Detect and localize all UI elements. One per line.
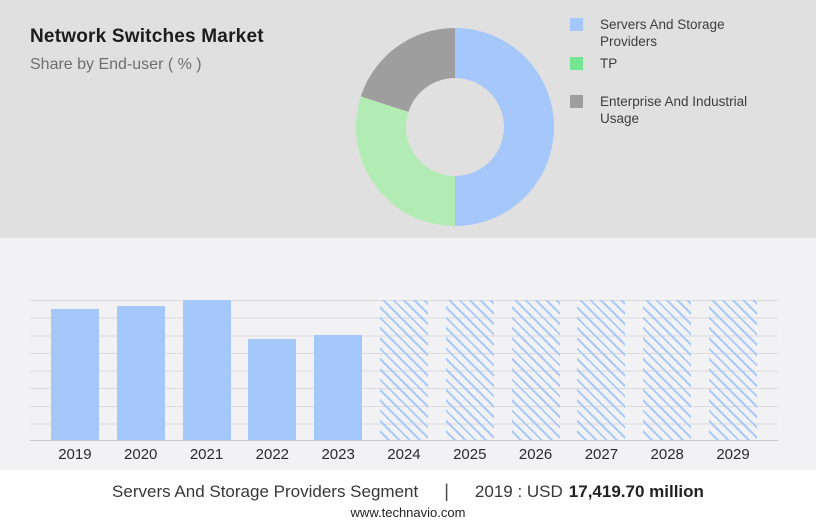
legend-swatch xyxy=(570,57,583,70)
x-label-2019: 2019 xyxy=(42,446,108,463)
bar-2028 xyxy=(643,300,691,440)
bar-slot xyxy=(305,300,371,440)
legend-swatch xyxy=(570,18,583,31)
bar-slot xyxy=(700,300,766,440)
titles-block: Network Switches Market Share by End-use… xyxy=(30,26,264,74)
caption-bar: Servers And Storage Providers Segment | … xyxy=(0,470,816,528)
caption-value: 2019 : USD 17,419.70 million xyxy=(475,482,704,502)
plot-area xyxy=(30,300,778,441)
bar-2024 xyxy=(380,300,428,440)
chart-subtitle: Share by End-user ( % ) xyxy=(30,56,264,74)
caption-line: Servers And Storage Providers Segment | … xyxy=(0,481,816,502)
legend-swatch xyxy=(570,95,583,108)
bar-2025 xyxy=(446,300,494,440)
bar-slot xyxy=(42,300,108,440)
legend-item: TP xyxy=(570,55,617,72)
bar-2029 xyxy=(709,300,757,440)
legend-item: Enterprise And Industrial Usage xyxy=(570,93,782,127)
x-label-2029: 2029 xyxy=(700,446,766,463)
bar-2020 xyxy=(117,306,165,440)
legend-label: Enterprise And Industrial Usage xyxy=(600,93,782,127)
x-label-2020: 2020 xyxy=(108,446,174,463)
x-label-2027: 2027 xyxy=(569,446,635,463)
bar-2026 xyxy=(512,300,560,440)
donut-chart-wrap xyxy=(356,28,554,226)
bar-slot xyxy=(239,300,305,440)
chart-title: Network Switches Market xyxy=(30,26,264,48)
bar-slot xyxy=(569,300,635,440)
x-label-2024: 2024 xyxy=(371,446,437,463)
value-prefix: 2019 : USD xyxy=(475,482,563,502)
x-label-2028: 2028 xyxy=(634,446,700,463)
x-label-2021: 2021 xyxy=(174,446,240,463)
infographic-canvas: Network Switches Market Share by End-use… xyxy=(0,0,816,528)
bar-slot xyxy=(503,300,569,440)
legend: Servers And Storage Providers TP Enterpris… xyxy=(570,0,810,238)
bar-slot xyxy=(437,300,503,440)
bar-2021 xyxy=(183,300,231,440)
bar-slot xyxy=(371,300,437,440)
legend-item: Servers And Storage Providers xyxy=(570,16,782,50)
bar-2019 xyxy=(51,309,99,440)
bar-chart-section: 2019202020212022202320242025202620272028… xyxy=(0,238,816,470)
bar-2022 xyxy=(248,339,296,440)
x-label-2022: 2022 xyxy=(239,446,305,463)
bars xyxy=(30,300,778,440)
x-label-2025: 2025 xyxy=(437,446,503,463)
legend-label: TP xyxy=(600,55,617,72)
summary-panel: Network Switches Market Share by End-use… xyxy=(0,0,816,238)
bar-slot xyxy=(108,300,174,440)
bar-2023 xyxy=(314,335,362,440)
bar-slot xyxy=(634,300,700,440)
value-amount: 17,419.70 million xyxy=(569,482,704,502)
technavio-url: www.technavio.com xyxy=(0,505,816,520)
bar-2027 xyxy=(577,300,625,440)
x-label-2026: 2026 xyxy=(503,446,569,463)
donut-hole xyxy=(406,78,504,176)
caption-separator: | xyxy=(444,481,449,502)
bar-slot xyxy=(174,300,240,440)
legend-label: Servers And Storage Providers xyxy=(600,16,782,50)
x-label-2023: 2023 xyxy=(305,446,371,463)
segment-label: Servers And Storage Providers Segment xyxy=(112,482,418,502)
x-axis-labels: 2019202020212022202320242025202620272028… xyxy=(30,446,778,463)
